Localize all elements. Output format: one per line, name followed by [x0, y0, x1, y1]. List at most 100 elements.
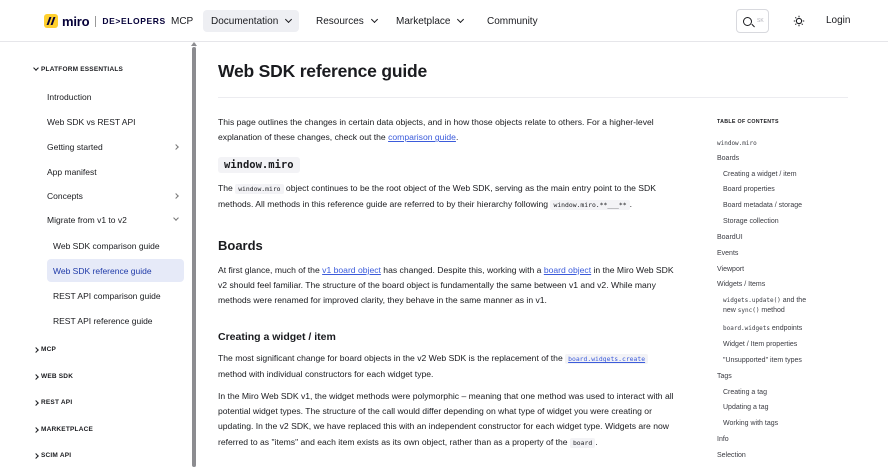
sun-moon-icon	[793, 15, 805, 27]
chevron-down-icon	[33, 65, 39, 71]
intro-paragraph: This page outlines the changes in certai…	[218, 115, 678, 145]
cw-text-2: method with individual constructors for …	[218, 369, 434, 380]
toc-item-unsupported-types[interactable]: "Unsupported" item types	[723, 356, 802, 366]
toc-text: new	[723, 307, 738, 314]
sidebar-item-web-sdk-comparison[interactable]: Web SDK comparison guide	[53, 241, 160, 251]
toc-item-boardui[interactable]: BoardUI	[717, 233, 743, 243]
theme-toggle-button[interactable]	[788, 10, 810, 32]
window-miro-heading: window.miro	[218, 157, 300, 173]
page-title: Web SDK reference guide	[218, 61, 428, 81]
miro-developers-logo[interactable]: miro DE>ELOPERS	[44, 13, 166, 29]
boards-text-2: has changed. Despite this, working with …	[380, 265, 544, 275]
board-object-link[interactable]: board object	[544, 265, 591, 275]
cw-text: The most significant change for board ob…	[218, 353, 566, 363]
chevron-right-icon[interactable]	[173, 193, 179, 199]
toc-item-widget-item-properties[interactable]: Widget / Item properties	[723, 340, 797, 350]
sidebar-section-marketplace[interactable]: MARKETPLACE	[33, 426, 93, 433]
toc-item-viewport[interactable]: Viewport	[717, 265, 744, 275]
sidebar-section-web-sdk[interactable]: WEB SDK	[33, 373, 74, 380]
chevron-right-icon	[33, 452, 39, 459]
toc-item-board-widgets-endpoints[interactable]: board.widgets endpoints	[723, 324, 802, 334]
sidebar-item-app-manifest[interactable]: App manifest	[47, 167, 97, 177]
toc-item-label: window.miro	[717, 140, 757, 147]
v1-board-object-link[interactable]: v1 board object	[322, 265, 381, 275]
sidebar-section-label: REST API	[41, 399, 73, 406]
chevron-right-icon	[33, 399, 39, 406]
boards-text: At first glance, much of the	[218, 265, 323, 275]
toc-item-board-properties[interactable]: Board properties	[723, 185, 775, 195]
sidebar-item-web-sdk-vs-rest-api[interactable]: Web SDK vs REST API	[47, 117, 136, 127]
toc-code: board.widgets	[723, 325, 770, 332]
chevron-down-icon	[370, 15, 378, 24]
nav-resources[interactable]: Resources	[316, 10, 378, 32]
toc-code: sync()	[737, 307, 760, 314]
toc-item-selection[interactable]: Selection	[717, 451, 746, 461]
toc-item-updating-tag[interactable]: Updating a tag	[723, 403, 769, 413]
chevron-right-icon	[33, 373, 39, 380]
window-miro-paragraph: The window.miro object continues to be t…	[218, 181, 678, 213]
sidebar-section-label: WEB SDK	[41, 373, 74, 380]
intro-text-end: .	[455, 132, 459, 143]
toc-text: method	[759, 307, 785, 314]
search-button[interactable]: SK	[736, 9, 769, 33]
toc-item-widgets-update[interactable]: widgets.update() and the new sync() metho…	[723, 296, 806, 316]
window-miro-path-code: window.miro.**___**	[550, 200, 630, 211]
nav-documentation-label: Documentation	[211, 15, 279, 27]
comparison-guide-link[interactable]: comparison guide	[388, 132, 456, 142]
nav-marketplace[interactable]: Marketplace	[396, 10, 465, 32]
toc-item-storage-collection[interactable]: Storage collection	[723, 217, 779, 227]
logo-developers-text: DE>ELOPERS	[102, 16, 166, 26]
toc-item-working-with-tags[interactable]: Working with tags	[723, 419, 778, 429]
docs-sidebar: PLATFORM ESSENTIALS Introduction Web SDK…	[0, 43, 196, 467]
top-navigation: miro DE>ELOPERS MCP Documentation Resour…	[0, 0, 888, 42]
toc-item-board-metadata[interactable]: Board metadata / storage	[723, 201, 802, 211]
sidebar-item-concepts[interactable]: Concepts	[47, 191, 83, 201]
wm-text: The	[218, 183, 236, 193]
sidebar-section-mcp[interactable]: MCP	[33, 346, 57, 353]
chevron-right-icon[interactable]	[173, 144, 179, 150]
toc-item-widgets-items[interactable]: Widgets / Items	[717, 280, 765, 290]
sidebar-section-rest-api[interactable]: REST API	[33, 399, 73, 406]
miro-logo-icon	[44, 14, 58, 28]
toc-item-creating-widget[interactable]: Creating a widget / item	[723, 170, 797, 180]
toc-item-info[interactable]: Info	[717, 435, 729, 445]
window-miro-code: window.miro	[235, 184, 284, 194]
toc-item-window-miro[interactable]: window.miro	[717, 139, 757, 149]
sidebar-item-migrate[interactable]: Migrate from v1 to v2	[47, 215, 127, 225]
poly-text: In the Miro Web SDK v1, the widget metho…	[218, 391, 674, 447]
nav-documentation[interactable]: Documentation	[203, 10, 300, 32]
toc-item-boards[interactable]: Boards	[717, 154, 739, 164]
chevron-down-icon[interactable]	[173, 215, 179, 221]
sidebar-item-web-sdk-reference[interactable]: Web SDK reference guide	[53, 266, 152, 276]
nav-mcp[interactable]: MCP	[171, 10, 193, 32]
board-widgets-create-link[interactable]: board.widgets.create	[565, 354, 649, 364]
boards-paragraph: At first glance, much of the v1 board ob…	[218, 263, 678, 309]
creating-widget-heading: Creating a widget / item	[218, 331, 336, 343]
chevron-down-icon	[457, 15, 465, 24]
sidebar-section-platform-essentials[interactable]: PLATFORM ESSENTIALS	[33, 65, 124, 73]
scroll-up-arrow-icon[interactable]	[191, 42, 197, 46]
sidebar-item-rest-api-reference[interactable]: REST API reference guide	[53, 316, 153, 326]
nav-community[interactable]: Community	[487, 10, 538, 32]
creating-widget-paragraph: The most significant change for board ob…	[218, 351, 678, 382]
sidebar-section-label: PLATFORM ESSENTIALS	[41, 66, 124, 73]
toc-item-tags[interactable]: Tags	[717, 372, 732, 382]
boards-heading: Boards	[218, 238, 263, 253]
sidebar-section-label: SCIM API	[41, 452, 72, 459]
nav-mcp-label: MCP	[171, 15, 194, 27]
toc-text: and the	[780, 297, 807, 304]
toc-code: widgets.update()	[723, 297, 781, 304]
sidebar-scrollbar[interactable]	[192, 47, 196, 467]
sidebar-item-getting-started[interactable]: Getting started	[47, 142, 103, 152]
toc-item-creating-tag[interactable]: Creating a tag	[723, 388, 767, 398]
sidebar-item-introduction[interactable]: Introduction	[47, 92, 91, 102]
sidebar-section-label: MCP	[41, 346, 57, 353]
toc-text: endpoints	[769, 325, 803, 332]
sidebar-section-scim-api[interactable]: SCIM API	[33, 452, 72, 459]
search-placeholder: SK	[757, 18, 764, 24]
search-icon	[743, 16, 752, 26]
toc-item-events[interactable]: Events	[717, 249, 738, 259]
toc-title: TABLE OF CONTENTS	[717, 119, 779, 125]
sidebar-item-rest-api-comparison[interactable]: REST API comparison guide	[53, 291, 161, 301]
login-link[interactable]: Login	[826, 15, 850, 26]
